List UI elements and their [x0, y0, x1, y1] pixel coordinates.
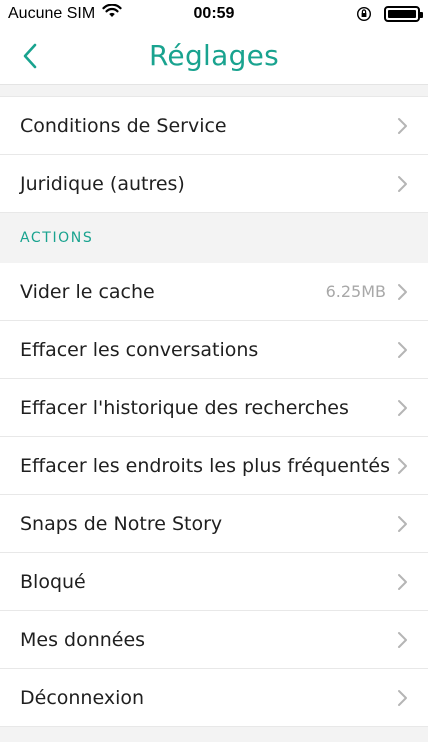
status-right: [356, 5, 423, 22]
battery-icon: [384, 5, 423, 22]
row-label: Effacer l'historique des recherches: [20, 396, 349, 419]
row-deconnexion[interactable]: Déconnexion: [0, 669, 428, 727]
row-label: Effacer les conversations: [20, 338, 259, 361]
row-label: Déconnexion: [20, 686, 145, 709]
row-label: Juridique (autres): [20, 172, 185, 195]
row-effacer-endroits-frequentes[interactable]: Effacer les endroits les plus fréquentés: [0, 437, 428, 495]
row-vider-le-cache[interactable]: Vider le cache 6.25MB: [0, 263, 428, 321]
chevron-right-icon: [398, 341, 407, 358]
row-effacer-conversations[interactable]: Effacer les conversations: [0, 321, 428, 379]
chevron-right-icon: [398, 457, 407, 474]
row-label: Effacer les endroits les plus fréquentés: [20, 454, 390, 477]
chevron-right-icon: [398, 631, 407, 648]
chevron-right-icon: [398, 175, 407, 192]
row-label: Snaps de Notre Story: [20, 512, 223, 535]
section-header-actions: ACTIONS: [0, 213, 428, 263]
cache-size-value: 6.25MB: [325, 282, 386, 301]
row-label: Bloqué: [20, 570, 86, 593]
status-left: Aucune SIM: [8, 3, 122, 23]
row-mes-donnees[interactable]: Mes données: [0, 611, 428, 669]
row-label: Mes données: [20, 628, 146, 651]
status-bar: Aucune SIM 00:59: [0, 0, 428, 27]
chevron-right-icon: [398, 573, 407, 590]
settings-list[interactable]: Conditions de Service Juridique (autres)…: [0, 85, 428, 742]
chevron-right-icon: [398, 515, 407, 532]
chevron-right-icon: [398, 399, 407, 416]
bottom-spacer: [0, 727, 428, 742]
row-effacer-historique-recherches[interactable]: Effacer l'historique des recherches: [0, 379, 428, 437]
section-spacer: [0, 85, 428, 97]
chevron-right-icon: [398, 689, 407, 706]
orientation-lock-icon: [356, 6, 372, 22]
chevron-right-icon: [398, 283, 407, 300]
row-snaps-notre-story[interactable]: Snaps de Notre Story: [0, 495, 428, 553]
row-label: Conditions de Service: [20, 114, 227, 137]
wifi-icon: [102, 3, 122, 23]
nav-bar: Réglages: [0, 27, 428, 85]
row-label: Vider le cache: [20, 280, 155, 303]
carrier-label: Aucune SIM: [8, 4, 96, 22]
chevron-right-icon: [398, 117, 407, 134]
row-conditions-de-service[interactable]: Conditions de Service: [0, 97, 428, 155]
row-juridique-autres[interactable]: Juridique (autres): [0, 155, 428, 213]
row-bloque[interactable]: Bloqué: [0, 553, 428, 611]
page-title: Réglages: [148, 39, 280, 72]
